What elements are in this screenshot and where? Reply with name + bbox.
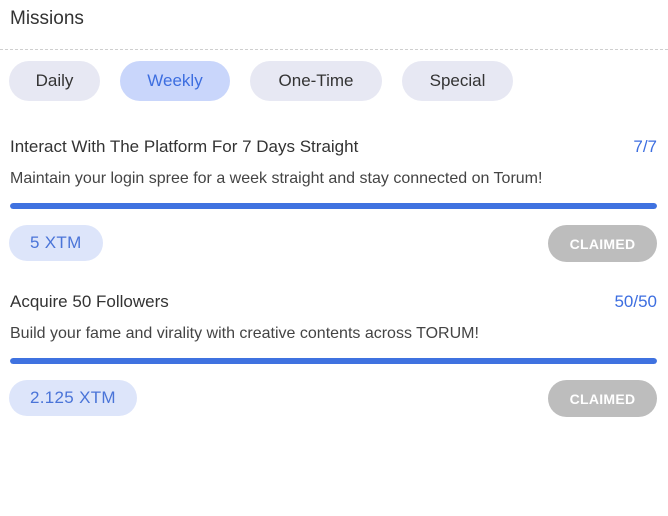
claimed-button[interactable]: CLAIMED <box>548 380 657 417</box>
mission-progress-bar <box>10 203 657 209</box>
tab-one-time[interactable]: One-Time <box>250 61 382 101</box>
mission-description: Maintain your login spree for a week str… <box>10 170 543 187</box>
mission-tabs: Daily Weekly One-Time Special <box>9 61 513 101</box>
reward-badge: 5 XTM <box>9 225 103 261</box>
mission-description: Build your fame and virality with creati… <box>10 325 479 342</box>
missions-header: Missions <box>0 0 668 50</box>
tab-special[interactable]: Special <box>402 61 513 101</box>
mission-progress-bar <box>10 358 657 364</box>
mission-progress-fill <box>10 203 657 209</box>
mission-progress-fill <box>10 358 657 364</box>
mission-title: Acquire 50 Followers <box>10 292 169 311</box>
claimed-button[interactable]: CLAIMED <box>548 225 657 262</box>
tab-weekly[interactable]: Weekly <box>120 61 230 101</box>
tab-daily[interactable]: Daily <box>9 61 100 101</box>
mission-progress-count: 50/50 <box>614 292 657 311</box>
mission-progress-count: 7/7 <box>633 137 657 156</box>
mission-title: Interact With The Platform For 7 Days St… <box>10 137 359 156</box>
page-title: Missions <box>10 8 84 29</box>
reward-badge: 2.125 XTM <box>9 380 137 416</box>
